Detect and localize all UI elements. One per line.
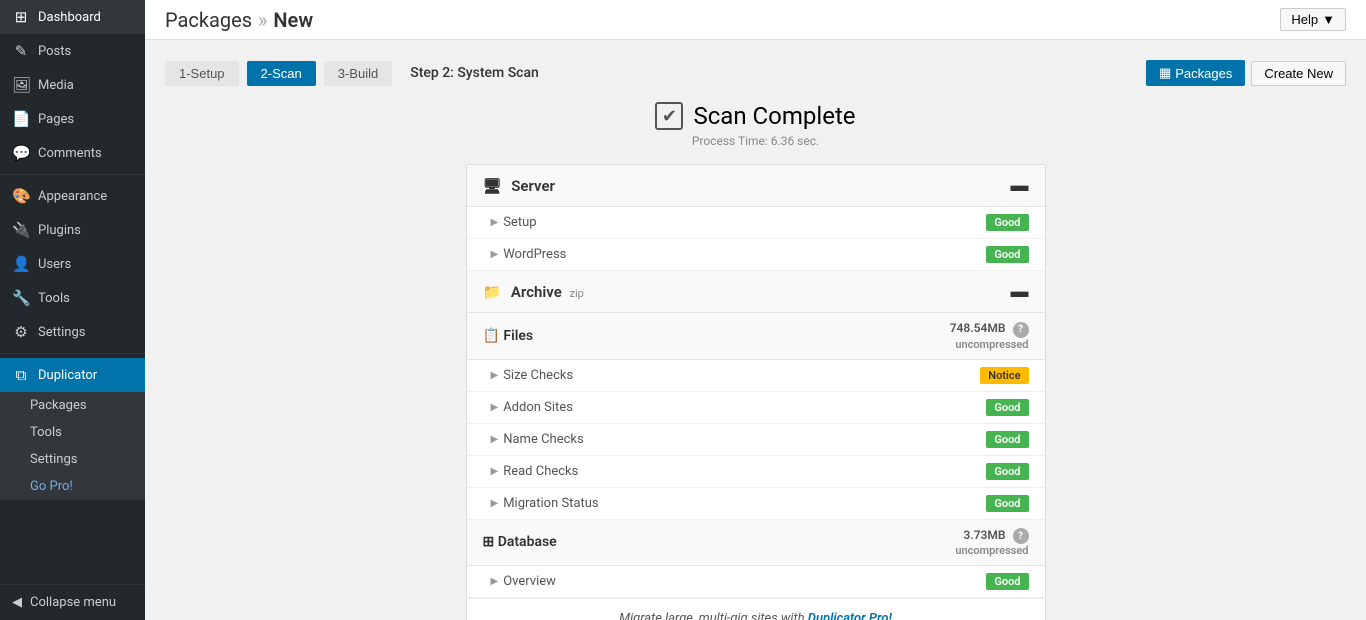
scan-panel: 🖥 Server ▬ ▶ Setup Good ▶ WordPress Good: [466, 164, 1046, 620]
arrow-icon: ▶: [491, 217, 499, 228]
sidebar-item-dashboard[interactable]: ⊞ Dashboard: [0, 0, 145, 34]
arrow-icon: ▶: [491, 576, 499, 587]
scan-row-addon-sites: ▶ Addon Sites Good: [467, 392, 1045, 424]
archive-icon: 📁: [483, 283, 502, 301]
badge-overview: Good: [986, 573, 1028, 590]
files-help-icon[interactable]: ?: [1013, 322, 1029, 338]
files-subheader: 📋 Files 748.54MB ? uncompressed: [467, 313, 1045, 360]
scan-row-setup: ▶ Setup Good: [467, 207, 1045, 239]
database-help-icon[interactable]: ?: [1013, 528, 1029, 544]
migrate-footer: Migrate large, multi-gig sites with Dupl…: [467, 598, 1045, 620]
main-content: Packages » New Help ▼ 1-Setup 2-Scan 3-B…: [145, 0, 1366, 620]
sidebar-item-tools[interactable]: 🔧 Tools: [0, 281, 145, 315]
files-size-info: 748.54MB ? uncompressed: [950, 321, 1029, 351]
topbar: Packages » New Help ▼: [145, 0, 1366, 40]
badge-name-checks: Good: [986, 431, 1028, 448]
server-section-header: 🖥 Server ▬: [467, 165, 1045, 207]
topbar-right: Help ▼: [1280, 8, 1346, 31]
sidebar-sub-tools[interactable]: Tools: [0, 419, 145, 446]
sidebar-item-appearance[interactable]: 🎨 Appearance: [0, 179, 145, 213]
collapse-icon: ◀: [12, 595, 22, 610]
packages-button[interactable]: ▦ Packages: [1146, 60, 1245, 86]
sidebar-item-comments[interactable]: 💬 Comments: [0, 136, 145, 170]
help-button[interactable]: Help ▼: [1280, 8, 1346, 31]
sidebar-item-users[interactable]: 👤 Users: [0, 247, 145, 281]
breadcrumb-sep: »: [258, 8, 267, 32]
arrow-icon: ▶: [491, 434, 499, 445]
users-icon: 👤: [12, 255, 30, 273]
sidebar-sub-packages[interactable]: Packages: [0, 392, 145, 419]
badge-size-checks: Notice: [980, 367, 1028, 384]
duplicator-icon: ⧉: [12, 366, 30, 384]
steps-actions: ▦ Packages Create New: [1146, 60, 1346, 86]
badge-migration-status: Good: [986, 495, 1028, 512]
step-setup-button[interactable]: 1-Setup: [165, 61, 239, 86]
hdd-icon: ▬: [1011, 175, 1029, 196]
database-size-info: 3.73MB ? uncompressed: [955, 528, 1028, 558]
collapse-menu-button[interactable]: ◀ Collapse menu: [0, 584, 145, 620]
breadcrumb-base: Packages: [165, 8, 252, 32]
sidebar-item-plugins[interactable]: 🔌 Plugins: [0, 213, 145, 247]
sidebar-item-media[interactable]: 🖼 Media: [0, 68, 145, 102]
divider-2: [0, 353, 145, 354]
arrow-icon: ▶: [491, 402, 499, 413]
database-subheader: ⊞ Database 3.73MB ? uncompressed: [467, 520, 1045, 567]
plugins-icon: 🔌: [12, 221, 30, 239]
page-title: Packages » New: [165, 8, 313, 32]
steps-bar: 1-Setup 2-Scan 3-Build Step 2: System Sc…: [165, 60, 1346, 86]
step-scan-button[interactable]: 2-Scan: [247, 61, 316, 86]
duplicator-pro-link[interactable]: Duplicator Pro!: [808, 611, 892, 620]
step-build-button[interactable]: 3-Build: [324, 61, 392, 86]
appearance-icon: 🎨: [12, 187, 30, 205]
scan-row-name-checks: ▶ Name Checks Good: [467, 424, 1045, 456]
scan-complete-title: ✔ Scan Complete: [165, 102, 1346, 130]
sidebar-item-posts[interactable]: ✎ Posts: [0, 34, 145, 68]
comments-icon: 💬: [12, 144, 30, 162]
packages-icon: ▦: [1159, 65, 1171, 81]
sidebar-submenu: Packages Tools Settings Go Pro!: [0, 392, 145, 500]
scan-row-read-checks: ▶ Read Checks Good: [467, 456, 1045, 488]
files-icon: 📋: [483, 328, 500, 344]
process-time: Process Time: 6.36 sec.: [165, 134, 1346, 148]
pages-icon: 📄: [12, 110, 30, 128]
badge-addon-sites: Good: [986, 399, 1028, 416]
arrow-icon: ▶: [491, 466, 499, 477]
media-icon: 🖼: [12, 76, 30, 94]
archive-section-header: 📁 Archive zip ▬: [467, 271, 1045, 313]
server-icon: 🖥: [483, 177, 502, 195]
dashboard-icon: ⊞: [12, 8, 30, 26]
tools-icon: 🔧: [12, 289, 30, 307]
scan-row-migration-status: ▶ Migration Status Good: [467, 488, 1045, 520]
sidebar-sub-gopro[interactable]: Go Pro!: [0, 473, 145, 500]
arrow-icon: ▶: [491, 370, 499, 381]
content-area: 1-Setup 2-Scan 3-Build Step 2: System Sc…: [145, 40, 1366, 620]
posts-icon: ✎: [12, 42, 30, 60]
sidebar-item-settings[interactable]: ⚙ Settings: [0, 315, 145, 349]
arrow-icon: ▶: [491, 498, 499, 509]
divider-1: [0, 174, 145, 175]
breadcrumb-current: New: [273, 8, 313, 32]
archive-hdd-icon: ▬: [1011, 281, 1029, 302]
arrow-icon: ▶: [491, 249, 499, 260]
badge-wordpress: Good: [986, 246, 1028, 263]
sidebar-item-pages[interactable]: 📄 Pages: [0, 102, 145, 136]
sidebar-item-duplicator[interactable]: ⧉ Duplicator: [0, 358, 145, 392]
settings-icon: ⚙: [12, 323, 30, 341]
create-new-button[interactable]: Create New: [1251, 61, 1346, 86]
scan-complete-header: ✔ Scan Complete Process Time: 6.36 sec.: [165, 102, 1346, 148]
database-icon: ⊞: [483, 534, 495, 550]
checkmark-icon: ✔: [655, 102, 683, 130]
sidebar-sub-settings[interactable]: Settings: [0, 446, 145, 473]
step-label: Step 2: System Scan: [410, 65, 539, 81]
scan-row-wordpress: ▶ WordPress Good: [467, 239, 1045, 271]
badge-setup: Good: [986, 214, 1028, 231]
badge-read-checks: Good: [986, 463, 1028, 480]
chevron-down-icon: ▼: [1322, 12, 1335, 27]
scan-row-overview: ▶ Overview Good: [467, 566, 1045, 598]
sidebar: ⊞ Dashboard ✎ Posts 🖼 Media 📄 Pages 💬 Co…: [0, 0, 145, 620]
scan-row-size-checks: ▶ Size Checks Notice: [467, 360, 1045, 392]
archive-type: zip: [570, 287, 584, 300]
